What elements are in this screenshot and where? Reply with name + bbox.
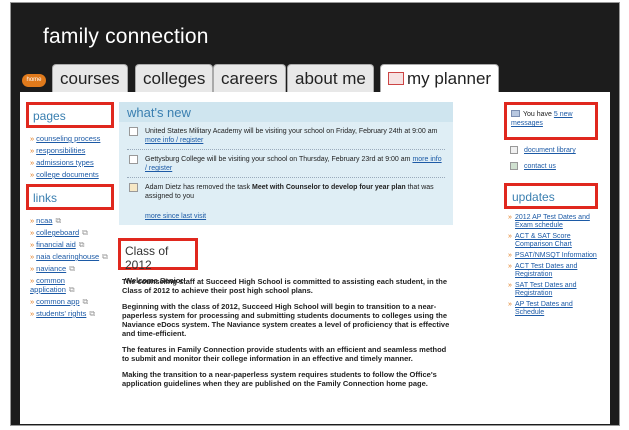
divider (127, 177, 445, 178)
external-link-icon: ⧉ (68, 285, 75, 294)
messages-text: You have (523, 111, 554, 118)
news-text: Gettysburg College will be visiting your… (145, 156, 411, 163)
pages-item[interactable]: responsibilities (30, 146, 100, 155)
contact-us-label: contact us (524, 162, 556, 170)
external-link-icon: ⧉ (55, 216, 62, 225)
planner-icon (388, 72, 404, 85)
updates-list: 2012 AP Test Dates and Exam schedule ACT… (508, 214, 600, 320)
document-library-label: document library (524, 146, 576, 154)
task-icon (129, 183, 138, 192)
links-item-label: naia clearinghouse (36, 252, 100, 261)
calendar-icon (129, 127, 138, 136)
messages-box: You have 5 new messages (504, 102, 598, 140)
pages-list: counseling process responsibilities admi… (30, 134, 100, 182)
news-task-name: Meet with Counselor to develop four year… (252, 184, 406, 191)
external-link-icon: ⧉ (82, 228, 88, 237)
tab-about-me[interactable]: about me (287, 64, 374, 92)
external-link-icon: ⧉ (102, 252, 108, 261)
divider (127, 149, 445, 150)
links-item[interactable]: financial aid⧉ (30, 240, 130, 249)
body-paragraph: Beginning with the class of 2012, Succee… (122, 302, 450, 338)
whats-new-heading: what's new (119, 102, 453, 122)
main-body: The counseling staff at Succeed High Sch… (122, 277, 452, 395)
links-list: ncaa⧉ collegeboard⧉ financial aid⧉ naia … (30, 216, 130, 321)
updates-item[interactable]: ACT Test Dates and Registration (508, 263, 600, 279)
links-heading: links (26, 184, 114, 210)
updates-item[interactable]: SAT Test Dates and Registration (508, 282, 600, 298)
envelope-icon (511, 110, 520, 117)
body-paragraph: The features in Family Connection provid… (122, 345, 447, 363)
main-nav: home courses colleges careers about me m… (10, 62, 620, 92)
updates-item[interactable]: PSAT/NMSQT Information (508, 252, 600, 260)
links-item-label: common app (36, 297, 80, 306)
pages-item[interactable]: counseling process (30, 134, 100, 143)
news-text: United States Military Academy will be v… (145, 128, 438, 135)
links-item[interactable]: naia clearinghouse⧉ (30, 252, 130, 261)
home-tab[interactable]: home (22, 74, 46, 87)
page-title: Class of 2012 (125, 244, 169, 272)
tab-careers[interactable]: careers (213, 64, 286, 92)
tab-my-planner[interactable]: my planner (380, 64, 500, 92)
links-item-label: common application (30, 276, 66, 294)
updates-item[interactable]: 2012 AP Test Dates and Exam schedule (508, 214, 600, 230)
body-paragraph: Making the transition to a near-paperles… (122, 370, 437, 388)
links-item-label: students' rights (36, 309, 87, 318)
links-item[interactable]: collegeboard⧉ (30, 228, 130, 237)
updates-item[interactable]: ACT & SAT Score Comparison Chart (508, 233, 600, 249)
links-item-label: financial aid (36, 240, 76, 249)
contact-us-link[interactable]: contact us (510, 162, 556, 170)
app-title: family connection (43, 25, 209, 48)
external-link-icon: ⧉ (89, 309, 96, 318)
links-item[interactable]: ncaa⧉ (30, 216, 130, 225)
pages-heading: pages (26, 102, 114, 128)
class-heading-box: Class of 2012 Welcome Senior! (118, 238, 198, 285)
links-item[interactable]: common application⧉ (30, 276, 90, 294)
more-since-last-visit-link[interactable]: more since last visit (145, 213, 206, 220)
updates-heading: updates (504, 183, 598, 209)
tab-colleges[interactable]: colleges (135, 64, 214, 92)
tab-my-planner-label: my planner (407, 69, 492, 88)
external-link-icon: ⧉ (82, 297, 89, 306)
news-item: Gettysburg College will be visiting your… (119, 155, 453, 173)
links-item[interactable]: common app⧉ (30, 297, 130, 306)
external-link-icon: ⧉ (69, 264, 75, 273)
contact-icon (510, 162, 518, 170)
news-item: United States Military Academy will be v… (119, 127, 453, 145)
pages-item[interactable]: admissions types (30, 158, 100, 167)
document-library-link[interactable]: document library (510, 146, 576, 154)
updates-item[interactable]: AP Test Dates and Schedule (508, 301, 600, 317)
tab-courses[interactable]: courses (52, 64, 128, 92)
links-item[interactable]: students' rights⧉ (30, 309, 130, 318)
pages-item[interactable]: college documents (30, 170, 100, 179)
content-area: pages counseling process responsibilitie… (20, 92, 610, 424)
links-item-label: collegeboard (36, 228, 80, 237)
document-icon (510, 146, 518, 154)
news-item: Adam Dietz has removed the task Meet wit… (119, 183, 453, 201)
links-item[interactable]: naviance⧉ (30, 264, 130, 273)
links-item-label: naviance (36, 264, 67, 273)
calendar-icon (129, 155, 138, 164)
more-info-link[interactable]: more info / register (145, 137, 203, 144)
news-text: Adam Dietz has removed the task (145, 184, 252, 191)
whats-new-panel: what's new United States Military Academ… (119, 102, 453, 225)
external-link-icon: ⧉ (78, 240, 85, 249)
links-item-label: ncaa (36, 216, 53, 225)
body-paragraph: The counseling staff at Succeed High Sch… (122, 277, 448, 295)
